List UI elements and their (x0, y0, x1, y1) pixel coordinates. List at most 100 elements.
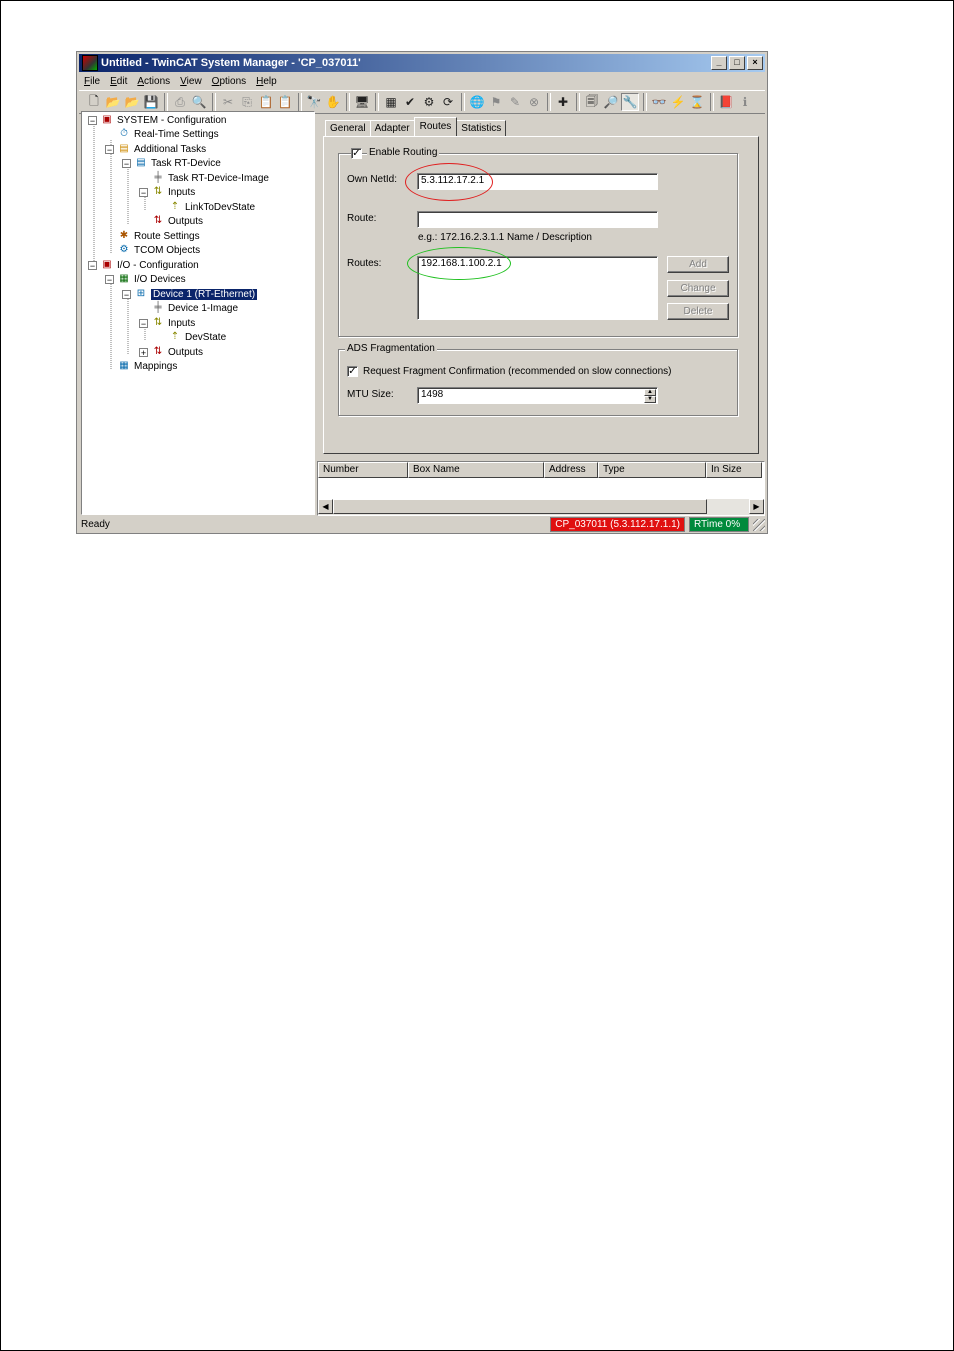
info-icon[interactable]: ℹ (736, 93, 754, 111)
paste-special-icon[interactable]: 📋 (276, 93, 294, 111)
new-file-icon[interactable]: 🗋 (85, 93, 103, 111)
collapse-icon[interactable]: − (105, 144, 114, 154)
mtu-spinner[interactable]: ▲ ▼ (644, 389, 656, 403)
find-icon[interactable]: 🔭 (305, 93, 323, 111)
outputs-icon: ⇅ (153, 215, 163, 226)
collapse-icon[interactable]: − (139, 318, 148, 328)
tree-item-io-devices[interactable]: − ▦ I/O Devices (105, 272, 186, 286)
tree-item-device-1-rt-ethernet[interactable]: − ⊞ Device 1 (RT-Ethernet) (122, 287, 259, 301)
tree-item-outputs[interactable]: + ⇅ Outputs (139, 345, 203, 359)
add-device-icon[interactable]: ✚ (554, 93, 572, 111)
resize-grip-icon[interactable] (753, 518, 765, 531)
tools-icon[interactable]: ✎ (506, 93, 524, 111)
maximize-button[interactable]: □ (729, 56, 745, 70)
save-icon[interactable]: 💾 (142, 93, 160, 111)
copy-icon[interactable]: ⎘ (238, 93, 256, 111)
change-button[interactable]: Change (667, 280, 729, 297)
column-box-name[interactable]: Box Name (408, 462, 544, 478)
box-list-view[interactable]: Number Box Name Address Type In Size ◀ ▶ (317, 461, 765, 516)
menu-view[interactable]: View (175, 76, 207, 87)
tree-item-linktodevstate[interactable]: ⇡ LinkToDevState (168, 200, 255, 214)
expand-icon[interactable]: + (139, 347, 148, 357)
print-preview-icon[interactable]: 🔍 (190, 93, 208, 111)
tab-statistics[interactable]: Statistics (456, 120, 507, 136)
hand-icon[interactable]: ✋ (324, 93, 342, 111)
column-in-size[interactable]: In Size (706, 462, 762, 478)
tab-adapter[interactable]: Adapter (369, 120, 415, 136)
tree-item-task-rt-device[interactable]: − ▤ Task RT-Device (122, 156, 221, 170)
check-configuration-icon[interactable]: ✔ (401, 93, 419, 111)
activate-configuration-icon[interactable]: ⚙ (420, 93, 438, 111)
generate-mappings-icon[interactable]: ▦ (382, 93, 400, 111)
network-icon[interactable]: ⚑ (487, 93, 505, 111)
collapse-icon[interactable]: − (122, 158, 131, 168)
delete-button[interactable]: Delete (667, 303, 729, 320)
menu-file[interactable]: File (79, 76, 105, 87)
tree-item-label: Route Settings (134, 230, 200, 242)
tree-item-route-settings[interactable]: ✱ Route Settings (117, 229, 200, 243)
collapse-icon[interactable]: − (88, 115, 97, 125)
scroll-track[interactable] (707, 499, 749, 515)
collapse-icon[interactable]: − (139, 187, 148, 197)
column-address[interactable]: Address (544, 462, 598, 478)
minimize-button[interactable]: _ (711, 56, 727, 70)
column-type[interactable]: Type (598, 462, 706, 478)
menu-help[interactable]: Help (251, 76, 282, 87)
tree-item-real-time-settings[interactable]: ⏱ Real-Time Settings (117, 127, 219, 141)
spin-down-icon[interactable]: ▼ (644, 396, 656, 403)
tree-item-tcom-objects[interactable]: ⚙ TCOM Objects (117, 243, 201, 257)
routes-label: Routes: (347, 258, 382, 269)
enable-routing-checkbox[interactable]: ✓ (351, 148, 362, 159)
collapse-icon[interactable]: − (88, 260, 97, 270)
watch-icon[interactable]: 👓 (650, 93, 668, 111)
scroll-left-icon[interactable]: ◀ (318, 499, 333, 514)
print-icon[interactable]: ⎙ (171, 93, 189, 111)
tab-routes[interactable]: Routes (413, 117, 458, 136)
tree-item-io-configuration[interactable]: − ▣ I/O - Configuration (88, 258, 199, 272)
scroll-right-icon[interactable]: ▶ (749, 499, 764, 514)
menu-actions[interactable]: Actions (132, 76, 175, 87)
target-system-status[interactable]: CP_037011 (5.3.112.17.1.1) (550, 517, 685, 532)
zoom-icon[interactable]: 🔎 (602, 93, 620, 111)
close-button[interactable]: × (747, 56, 763, 70)
tree-item-additional-tasks[interactable]: − ▤ Additional Tasks (105, 142, 206, 156)
menu-options[interactable]: Options (207, 76, 251, 87)
tree-item-label: LinkToDevState (185, 201, 256, 213)
tree-item-inputs[interactable]: − ⇅ Inputs (139, 316, 195, 330)
column-number[interactable]: Number (318, 462, 408, 478)
freerun-icon[interactable]: ⌛ (688, 93, 706, 111)
route-field[interactable] (417, 211, 658, 228)
target-system-icon[interactable]: 🖥 (353, 93, 371, 111)
scroll-thumb[interactable] (333, 499, 707, 514)
tree-item-task-rt-device-image[interactable]: ╪ Task RT-Device-Image (151, 171, 269, 185)
restart-icon[interactable]: ⟳ (439, 93, 457, 111)
configuration-tree[interactable]: − ▣ SYSTEM - Configuration ⏱ Real-Time S… (81, 111, 315, 515)
tree-item-device-1-image[interactable]: ╪ Device 1-Image (151, 301, 238, 315)
paste-icon[interactable]: 📋 (257, 93, 275, 111)
help-book-icon[interactable]: 📕 (717, 93, 735, 111)
rtime-status: RTime 0% (689, 517, 749, 532)
tab-general[interactable]: General (325, 120, 371, 136)
tree-item-inputs[interactable]: − ⇅ Inputs (139, 185, 195, 199)
scan-devices-icon[interactable]: 🌐 (468, 93, 486, 111)
collapse-icon[interactable]: − (122, 289, 131, 299)
force-icon[interactable]: ⚡ (669, 93, 687, 111)
online-icon[interactable]: 🔧 (621, 93, 639, 111)
open-folder-icon[interactable]: 📂 (104, 93, 122, 111)
tree-item-system-configuration[interactable]: − ▣ SYSTEM - Configuration (88, 113, 227, 127)
stop-icon[interactable]: ⊗ (525, 93, 543, 111)
horizontal-scrollbar[interactable]: ◀ ▶ (318, 499, 764, 515)
tree-item-devstate[interactable]: ⇡ DevState (168, 330, 226, 344)
properties-icon[interactable]: 🗐 (583, 93, 601, 111)
tree-item-outputs[interactable]: ⇅ Outputs (151, 214, 203, 228)
add-button[interactable]: Add (667, 256, 729, 273)
open-folder-2-icon[interactable]: 📂 (123, 93, 141, 111)
request-fragment-checkbox[interactable]: ✓ (347, 366, 358, 377)
cut-icon[interactable]: ✂ (219, 93, 237, 111)
tree-item-mappings[interactable]: ▦ Mappings (117, 359, 177, 373)
mtu-size-stepper[interactable]: 1498 ▲ ▼ (417, 387, 658, 404)
realtime-icon: ⏱ (120, 128, 128, 139)
collapse-icon[interactable]: − (105, 274, 114, 284)
menu-edit[interactable]: Edit (105, 76, 132, 87)
spin-up-icon[interactable]: ▲ (644, 389, 656, 396)
